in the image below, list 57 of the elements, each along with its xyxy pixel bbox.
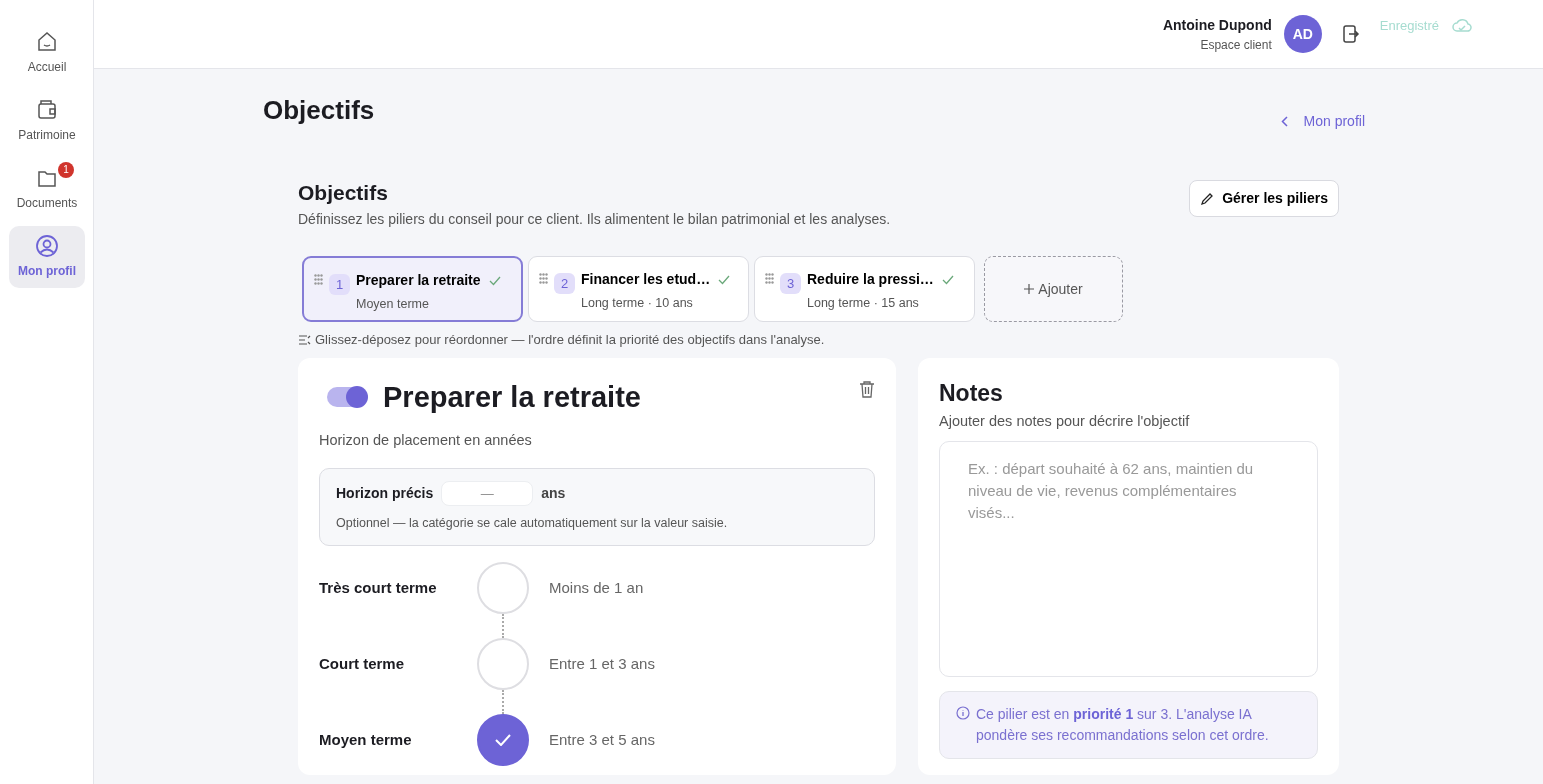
notification-count: 1: [58, 162, 74, 178]
check-icon: [488, 275, 501, 286]
horizon-label: Court terme: [319, 653, 405, 674]
horizon-option[interactable]: [477, 714, 529, 766]
pillar-tab[interactable]: 3 Reduire la pressi… Long terme · 15 ans: [754, 256, 975, 323]
section-title: Objectifs: [298, 180, 389, 206]
info-icon: [956, 706, 970, 721]
precise-horizon-label: Horizon précis: [336, 484, 434, 504]
user-avatar[interactable]: AD: [1283, 15, 1322, 53]
unit-label: ans: [541, 484, 566, 504]
drag-handle-icon[interactable]: [314, 274, 323, 287]
horizon-label: Horizon de placement en années: [319, 431, 533, 451]
pillar-number: 2: [554, 273, 575, 295]
horizon-range: Entre 1 et 3 ans: [549, 653, 655, 674]
notes-subtitle: Ajouter des notes pour décrire l'objectif: [939, 412, 1191, 432]
page-title: Objectifs: [263, 95, 375, 127]
logout-icon[interactable]: [1341, 24, 1360, 44]
check-icon: [718, 274, 731, 285]
check-icon: [941, 274, 954, 285]
notes-title: Notes: [939, 379, 1004, 408]
horizon-range: Entre 3 et 5 ans: [549, 729, 655, 750]
notes-field[interactable]: Ex. : départ souhaité à 62 ans, maintien du niveau de vie, revenus complémentaires visés...: [939, 441, 1318, 678]
priority-info: Ce pilier est en priorité 1 sur 3. L'analyse IA pondère ses recommandations selon cet ordre.: [976, 705, 1270, 746]
objective-title: Preparer la retraite: [383, 379, 641, 415]
sidebar-item[interactable]: Patrimoine: [9, 90, 85, 152]
horizon-input[interactable]: —: [441, 481, 534, 507]
wallet-icon: [35, 98, 59, 122]
reorder-icon: [298, 333, 311, 346]
user-role: Espace client: [1199, 36, 1272, 54]
reorder-hint: Glissez-déposez pour réordonner — l'ordre définit la priorité des objectifs dans l'analyse.: [315, 331, 825, 350]
back-link[interactable]: Mon profil: [1280, 111, 1365, 132]
horizon-range: Moins de 1 an: [549, 577, 644, 598]
pillar-number: 1: [329, 274, 350, 296]
enable-toggle[interactable]: [327, 387, 367, 408]
pencil-icon: [1200, 191, 1215, 206]
sidebar-item[interactable]: Mon profil: [9, 226, 85, 288]
user-icon: [35, 234, 59, 258]
pillar-tab[interactable]: 2 Financer les etud… Long terme · 10 ans: [528, 256, 749, 323]
save-status: Enregistré: [1379, 17, 1439, 36]
horizon-label: Très court terme: [319, 577, 438, 598]
precise-horizon-help: Optionnel — la catégorie se cale automatiquement sur la valeur saisie.: [336, 515, 729, 533]
chevron-left-icon: [1280, 116, 1288, 127]
drag-handle-icon[interactable]: [765, 273, 774, 286]
drag-handle-icon[interactable]: [539, 273, 548, 286]
manage-pillars-button[interactable]: Gérer les piliers: [1189, 180, 1339, 217]
sidebar-item[interactable]: Accueil: [9, 22, 85, 84]
horizon-label: Moyen terme: [319, 729, 413, 750]
user-name: Antoine Dupond: [1162, 15, 1272, 35]
sidebar-item[interactable]: Documents 1: [9, 158, 85, 220]
plus-icon: [1024, 284, 1035, 295]
check-icon: [495, 734, 511, 746]
add-pillar-button[interactable]: Ajouter: [984, 256, 1123, 323]
delete-icon[interactable]: [859, 379, 875, 398]
section-description: Définissez les piliers du conseil pour ce client. Ils alimentent le bilan patrimonial et les analyses.: [298, 210, 891, 230]
home-icon: [35, 30, 59, 54]
pillar-number: 3: [780, 273, 801, 295]
pillar-tab[interactable]: 1 Preparer la retraite Moyen terme: [302, 256, 523, 323]
